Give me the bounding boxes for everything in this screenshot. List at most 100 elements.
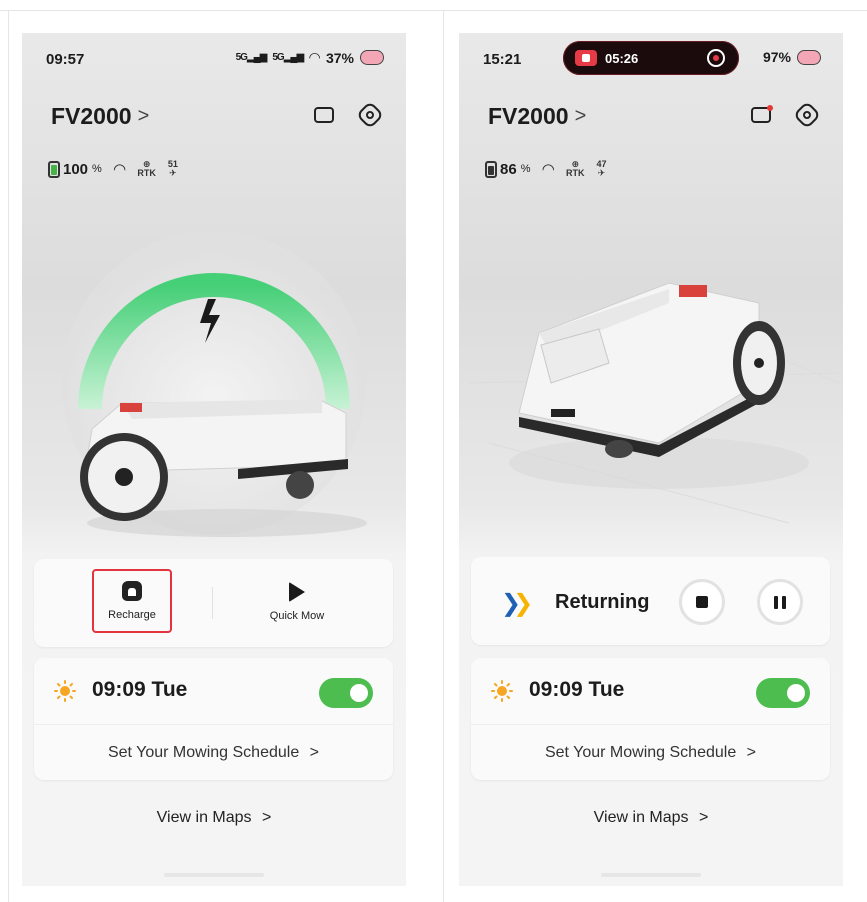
battery-stat: 86% (485, 160, 531, 178)
signal-icon: 5G▂▄▆ (235, 52, 268, 63)
chevron-right-icon: > (746, 744, 757, 761)
status-icons: 97% (763, 49, 821, 65)
toggle-knob (787, 684, 805, 702)
chevron-right-icon: > (698, 809, 709, 826)
screen-recording-pill[interactable]: 05:26 (563, 41, 739, 75)
schedule-divider (471, 724, 830, 725)
schedule-toggle[interactable] (319, 678, 373, 708)
stop-icon (696, 596, 708, 608)
settings-button[interactable] (792, 100, 822, 130)
battery-unit: % (92, 163, 102, 175)
action-divider (212, 587, 213, 619)
device-name: FV2000 (51, 103, 132, 129)
home-indicator[interactable] (601, 873, 701, 877)
battery-icon (485, 160, 497, 178)
view-in-maps-label: View in Maps (593, 809, 689, 826)
satellite-stat: 51 ✈ (167, 159, 178, 178)
battery-stat: 100% (48, 160, 102, 178)
quick-mow-button[interactable]: Quick Mow (222, 567, 372, 637)
signal-label-2: 5G (272, 52, 284, 63)
schedule-toggle[interactable] (756, 678, 810, 708)
frame-divider (443, 10, 444, 902)
signal-icon: 5G▂▄▆ (272, 52, 304, 63)
set-schedule-label: Set Your Mowing Schedule (107, 744, 300, 761)
schedule-card: 09:09 Tue Set Your Mowing Schedule > (471, 658, 830, 780)
returning-arrows-icon: ❯❯ (501, 590, 533, 617)
schedule-card: 09:09 Tue Set Your Mowing Schedule > (34, 658, 393, 780)
battery-value: 100 (63, 160, 89, 178)
recording-time: 05:26 (605, 50, 639, 66)
status-label: Returning (555, 591, 650, 613)
message-icon (751, 103, 773, 123)
battery-value: 86 (500, 160, 517, 178)
home-indicator[interactable] (164, 873, 264, 877)
quick-mow-label: Quick Mow (269, 610, 325, 622)
mower-stats: 100% ◠ ⊕ RTK 51 ✈ (48, 160, 178, 178)
device-name-button[interactable]: FV2000 > (488, 103, 586, 130)
view-in-maps-link[interactable]: View in Maps > (22, 809, 406, 827)
battery-unit: % (520, 163, 531, 175)
cloud-icon (797, 49, 821, 65)
messages-button[interactable] (749, 103, 773, 127)
chevron-right-icon: > (574, 105, 587, 127)
right-phone-screen: 15:21 05:26 97% FV2000 > 86% ◠ ⊕RTK 47✈ (459, 33, 843, 886)
satellite-stat: 47 ✈ (596, 159, 607, 178)
message-icon (314, 103, 334, 123)
phone-battery-text: 97% (762, 49, 791, 65)
stop-recording-icon[interactable] (707, 49, 725, 67)
cloud-icon (360, 50, 384, 65)
chevron-right-icon: > (309, 744, 320, 761)
schedule-divider (34, 724, 393, 725)
chevron-right-icon: > (261, 809, 272, 826)
pause-button[interactable] (757, 579, 803, 625)
mower-status-card: ❯❯ Returning (471, 557, 830, 645)
wifi-icon: ◠ (309, 49, 320, 65)
mower-returning-illustration (468, 272, 843, 524)
status-icons: 5G▂▄▆ 5G▂▄▆ ◠ 37% (236, 49, 384, 66)
gear-icon (355, 100, 385, 130)
sun-icon (491, 680, 513, 702)
settings-button[interactable] (355, 100, 385, 130)
mower-charging-illustration (62, 233, 367, 537)
quick-actions-card: Recharge Quick Mow (34, 559, 393, 647)
toggle-knob (350, 684, 368, 702)
wifi-icon: ◠ (542, 161, 555, 178)
recharge-label: Recharge (108, 609, 156, 621)
schedule-time: 09:09 Tue (92, 678, 188, 701)
signal-label-1: 5G (235, 52, 248, 63)
satellite-count: 47 (596, 159, 607, 169)
set-schedule-label: Set Your Mowing Schedule (544, 744, 737, 761)
frame-left-border (8, 10, 9, 902)
status-time: 15:21 (483, 51, 522, 68)
view-in-maps-label: View in Maps (156, 809, 252, 826)
left-phone-screen: 09:57 5G▂▄▆ 5G▂▄▆ ◠ 37% FV2000 > 100% ◠ … (22, 33, 406, 886)
unread-dot (767, 105, 773, 111)
sun-icon (54, 680, 76, 702)
set-schedule-link[interactable]: Set Your Mowing Schedule > (471, 744, 830, 762)
rtk-stat: ⊕ RTK (137, 159, 156, 178)
satellite-count: 51 (167, 159, 178, 169)
view-in-maps-link[interactable]: View in Maps > (459, 809, 843, 827)
frame-top-border (0, 10, 867, 11)
gear-icon (792, 100, 822, 130)
recharge-button[interactable]: Recharge (92, 569, 172, 633)
recording-camera-icon (575, 50, 597, 66)
rtk-label: RTK (566, 168, 585, 178)
device-name-button[interactable]: FV2000 > (51, 103, 149, 130)
play-icon (289, 582, 305, 602)
phone-battery-text: 37% (325, 49, 354, 66)
recharge-home-icon (122, 581, 142, 601)
rtk-stat: ⊕ RTK (566, 159, 585, 178)
rtk-label: RTK (137, 168, 156, 178)
battery-charging-icon (48, 160, 60, 178)
set-schedule-link[interactable]: Set Your Mowing Schedule > (34, 744, 393, 762)
device-name: FV2000 (488, 103, 569, 129)
chevron-right-icon: > (137, 105, 150, 127)
messages-button[interactable] (312, 103, 336, 127)
stop-button[interactable] (679, 579, 725, 625)
mower-stats: 86% ◠ ⊕ RTK 47 ✈ (485, 160, 607, 178)
wifi-icon: ◠ (113, 161, 126, 178)
schedule-time: 09:09 Tue (529, 678, 625, 701)
pause-icon (774, 595, 786, 609)
status-time: 09:57 (46, 51, 85, 68)
